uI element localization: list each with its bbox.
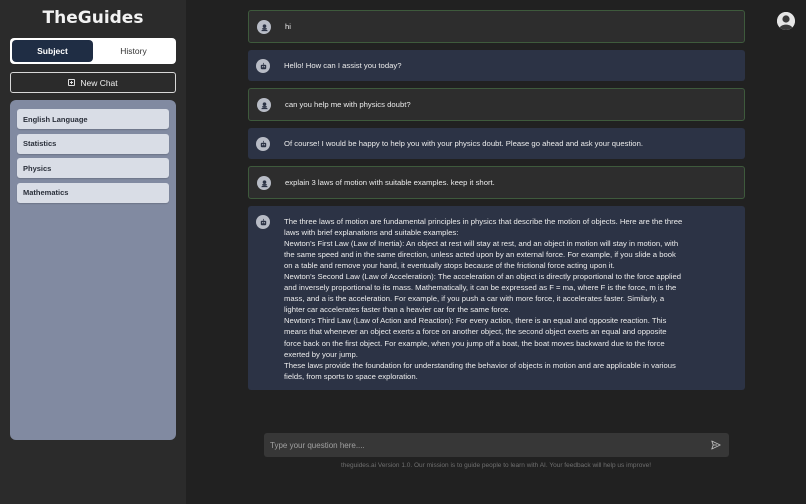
message-line: Newton's First Law (Law of Inertia): An … <box>284 238 679 248</box>
subject-list: English Language Statistics Physics Math… <box>10 100 176 440</box>
message-line: on a table and remove your hand, it even… <box>284 260 615 270</box>
user-message: explain 3 laws of motion with suitable e… <box>248 166 745 199</box>
question-input[interactable] <box>270 440 711 450</box>
profile-avatar[interactable] <box>777 12 795 30</box>
user-avatar-icon <box>257 98 271 112</box>
message-line: Of course! I would be happy to help you … <box>284 138 643 148</box>
user-message: can you help me with physics doubt? <box>248 88 745 121</box>
message-line: Newton's Third Law (Law of Action and Re… <box>284 316 667 326</box>
message-line: force back on the first object. For exam… <box>284 338 665 348</box>
subject-item-physics[interactable]: Physics <box>17 158 169 179</box>
message-line: lighter car accelerates faster than a he… <box>284 305 511 315</box>
new-chat-button[interactable]: New Chat <box>10 72 176 93</box>
new-chat-label: New Chat <box>80 77 118 88</box>
message-line: mass, and a is the acceleration. For exa… <box>284 294 665 304</box>
tab-history[interactable]: History <box>93 40 174 62</box>
message-line: the same speed and in the same direction… <box>284 249 676 259</box>
sidebar: TheGuides Subject History New Chat Engli… <box>0 0 186 504</box>
message-line: Hello! How can I assist you today? <box>284 60 402 70</box>
user-avatar-icon <box>257 20 271 34</box>
message-line: fields, from sports to space exploration… <box>284 371 418 381</box>
send-icon[interactable] <box>711 440 721 450</box>
message-text: Hello! How can I assist you today? <box>284 58 402 71</box>
bot-message: The three laws of motion are fundamental… <box>248 206 745 390</box>
message-line: laws with brief explanations and suitabl… <box>284 227 459 237</box>
message-line: The three laws of motion are fundamental… <box>284 216 683 226</box>
bot-robot-icon <box>256 59 270 73</box>
bot-robot-icon <box>256 215 270 229</box>
chat-thread: hi Hello! How can I assist you today? can … <box>248 10 745 397</box>
user-message: hi <box>248 10 745 43</box>
subject-item-mathematics[interactable]: Mathematics <box>17 182 169 203</box>
tab-subject[interactable]: Subject <box>12 40 93 62</box>
subject-history-toggle: Subject History <box>10 38 176 64</box>
plus-square-icon <box>68 79 76 86</box>
question-input-bar <box>264 433 729 457</box>
message-line: exerted by your jump. <box>284 349 358 359</box>
message-line: Newton's Second Law (Law of Acceleration… <box>284 271 682 281</box>
brand-logo: TheGuides <box>42 8 144 28</box>
bot-message: Of course! I would be happy to help you … <box>248 128 745 159</box>
message-line: explain 3 laws of motion with suitable e… <box>285 177 495 187</box>
profile-person-icon <box>777 12 795 30</box>
message-text: can you help me with physics doubt? <box>285 97 411 110</box>
message-text: explain 3 laws of motion with suitable e… <box>285 175 495 188</box>
user-avatar-icon <box>257 176 271 190</box>
footer-text: theguides.ai Version 1.0. Our mission is… <box>340 462 651 469</box>
message-line: means that whenever an object exerts a f… <box>284 327 667 337</box>
message-text: Of course! I would be happy to help you … <box>284 136 643 149</box>
message-line: can you help me with physics doubt? <box>285 99 411 109</box>
bot-message: Hello! How can I assist you today? <box>248 50 745 81</box>
message-line: hi <box>285 21 291 31</box>
message-line: These laws provide the foundation for un… <box>284 360 676 370</box>
message-text: The three laws of motion are fundamental… <box>284 214 682 382</box>
subject-item-english-language[interactable]: English Language <box>17 109 169 129</box>
subject-item-statistics[interactable]: Statistics <box>17 133 169 154</box>
bot-robot-icon <box>256 137 270 151</box>
message-line: and inversely proportional to its mass. … <box>284 283 677 293</box>
message-text: hi <box>285 19 291 32</box>
